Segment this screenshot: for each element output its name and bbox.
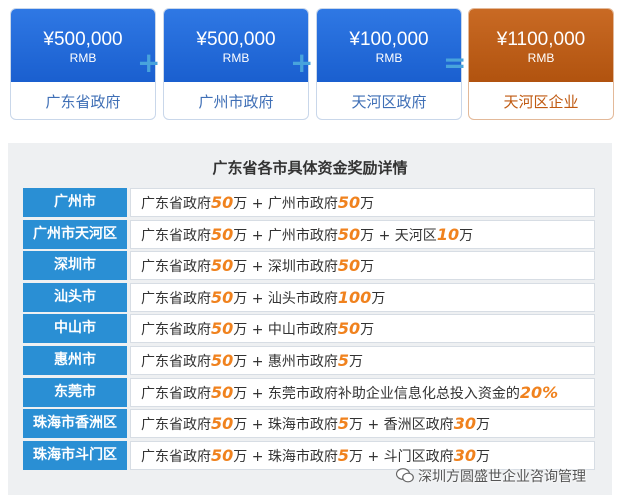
reward-amount: 5	[337, 414, 350, 434]
city-label: 深圳市	[23, 251, 127, 281]
reward-detail: 广东省政府50万 + 广州市政府50万 + 天河区10万	[130, 219, 595, 249]
card-tianhe-gov: ¥100,000 RMB 天河区政府	[316, 8, 462, 120]
city-label: 中山市	[23, 314, 127, 344]
reward-text: 万 + 深圳市政府	[233, 259, 338, 276]
reward-amount: 50	[211, 445, 234, 465]
reward-text: 万 + 香洲区政府	[349, 417, 454, 434]
panel-title: 广东省各市具体资金奖励详情	[212, 159, 408, 177]
card-currency: RMB	[527, 51, 555, 65]
reward-text: 广东省政府	[141, 196, 211, 212]
reward-amount: 50	[211, 224, 234, 244]
reward-amount: 30	[453, 414, 476, 434]
reward-text: 万	[349, 354, 364, 370]
reward-text: 万 + 中山市政府	[233, 322, 338, 339]
card-amount: ¥100,000	[349, 29, 429, 50]
city-label: 惠州市	[23, 346, 127, 375]
reward-amount: 50	[337, 319, 361, 339]
reward-text: 广东省政府	[141, 322, 211, 339]
reward-amount: 100	[337, 287, 372, 307]
city-label: 珠海市斗门区	[23, 440, 127, 470]
plus-sign: +	[290, 46, 314, 79]
watermark-text: 深圳方圆盛世企业咨询管理	[418, 469, 586, 485]
card-amount: ¥500,000	[43, 29, 123, 50]
reward-detail: 广东省政府50万 + 珠海市政府5万 + 香洲区政府30万	[130, 409, 595, 439]
reward-text: 广东省政府	[141, 227, 211, 244]
reward-detail: 广东省政府50万 + 广州市政府50万	[130, 188, 595, 217]
reward-amount: 30	[453, 445, 476, 465]
reward-text: 万	[371, 290, 386, 307]
reward-text: 万	[475, 417, 490, 434]
wechat-icon	[396, 468, 414, 483]
card-label: 天河区政府	[351, 93, 427, 111]
reward-text: 万	[360, 322, 375, 339]
reward-details-panel: 广东省各市具体资金奖励详情 广州市 广东省政府50万 + 广州市政府50万 广州市天…	[8, 143, 612, 495]
reward-text: 万 + 东莞市政府补助企业信息化总投入资金的	[233, 385, 520, 402]
reward-text: 万 + 天河区	[360, 227, 437, 244]
reward-amount: 50	[337, 256, 361, 276]
reward-text: 广东省政府	[141, 290, 211, 307]
reward-text: 万 + 斗门区政府	[349, 448, 454, 465]
reward-text: 万	[360, 259, 375, 276]
reward-detail: 广东省政府50万 + 中山市政府50万	[130, 314, 595, 344]
reward-text: 万 + 珠海市政府	[233, 448, 338, 465]
reward-text: 万 + 珠海市政府	[233, 417, 338, 434]
reward-text: 广东省政府	[141, 385, 211, 402]
reward-amount: 50	[211, 256, 234, 276]
reward-text: 万 + 广州市政府	[233, 227, 338, 244]
reward-amount: 5	[337, 351, 350, 370]
equals-sign: =	[443, 46, 467, 79]
reward-amount: 50	[211, 319, 234, 339]
reward-text: 万	[475, 448, 490, 465]
city-label: 广州市天河区	[23, 219, 127, 249]
reward-text: 广东省政府	[141, 448, 211, 465]
reward-detail: 广东省政府50万 + 深圳市政府50万	[130, 251, 595, 281]
card-label: 广州市政府	[198, 93, 274, 111]
card-guangdong: ¥500,000 RMB 广东省政府	[10, 8, 156, 120]
card-amount: ¥1100,000	[496, 29, 586, 50]
reward-amount: 20%	[519, 382, 559, 402]
reward-text: 万 + 广州市政府	[233, 196, 338, 212]
city-label: 珠海市香洲区	[23, 409, 127, 439]
card-currency: RMB	[69, 51, 97, 65]
reward-text: 广东省政府	[141, 259, 211, 276]
reward-text: 万	[459, 227, 474, 244]
reward-amount: 50	[211, 193, 234, 212]
card-tianhe-enterprise: ¥1100,000 RMB 天河区企业	[468, 8, 614, 120]
reward-text: 万 + 惠州市政府	[233, 354, 338, 370]
city-label: 广州市	[23, 188, 127, 217]
reward-text: 万 + 汕头市政府	[233, 290, 338, 307]
card-currency: RMB	[222, 51, 250, 65]
city-label: 东莞市	[23, 377, 127, 407]
reward-detail: 广东省政府50万 + 汕头市政府100万	[130, 282, 595, 312]
plus-sign: +	[137, 46, 161, 79]
reward-amount: 50	[211, 414, 234, 434]
reward-amount: 50	[337, 193, 361, 212]
reward-amount: 10	[436, 224, 460, 244]
reward-text: 广东省政府	[141, 354, 211, 370]
reward-detail: 广东省政府50万 + 东莞市政府补助企业信息化总投入资金的20%	[130, 377, 595, 407]
reward-amount: 50	[211, 382, 234, 402]
city-label: 汕头市	[23, 282, 127, 312]
card-label: 广东省政府	[45, 93, 121, 111]
card-currency: RMB	[375, 51, 403, 65]
reward-amount: 50	[211, 287, 234, 307]
reward-text: 万	[360, 196, 375, 212]
card-label: 天河区企业	[503, 93, 579, 111]
reward-amount: 50	[211, 351, 234, 370]
reward-amount: 5	[337, 445, 350, 465]
reward-detail: 广东省政府50万 + 惠州市政府5万	[130, 346, 595, 375]
reward-amount: 50	[337, 224, 361, 244]
reward-text: 广东省政府	[141, 417, 211, 434]
card-guangzhou: ¥500,000 RMB 广州市政府	[163, 8, 309, 120]
card-amount: ¥500,000	[196, 29, 276, 50]
watermark: 深圳方圆盛世企业咨询管理	[396, 466, 586, 486]
